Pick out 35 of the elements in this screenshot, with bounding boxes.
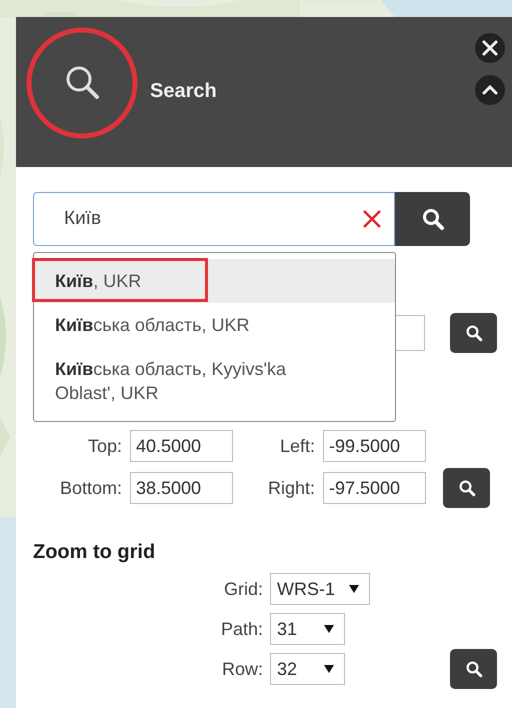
coordinate-field[interactable]: 38.5000 bbox=[130, 472, 233, 504]
search-value: Київ bbox=[64, 208, 102, 230]
search-icon bbox=[420, 207, 444, 231]
select-field[interactable]: WRS-1 bbox=[270, 573, 370, 605]
search-icon bbox=[464, 324, 482, 342]
field-label: Bottom: bbox=[58, 478, 123, 498]
select-field[interactable]: 31 bbox=[270, 613, 345, 645]
section-title: Zoom to grid bbox=[33, 541, 156, 564]
search-button[interactable] bbox=[450, 649, 497, 689]
select-field[interactable]: 32 bbox=[270, 653, 345, 685]
field-label: Right: bbox=[266, 478, 316, 498]
collapse-icon[interactable] bbox=[475, 75, 505, 105]
select-label: Grid: bbox=[222, 578, 264, 600]
search-button[interactable] bbox=[443, 468, 490, 508]
close-icon[interactable] bbox=[475, 33, 505, 63]
suggestion-item[interactable]: Київська область, UKR bbox=[34, 303, 395, 347]
panel-title: Search bbox=[150, 80, 217, 103]
search-icon bbox=[464, 660, 482, 678]
search-button[interactable] bbox=[450, 313, 497, 353]
caret-icon bbox=[349, 585, 359, 593]
field-label: Top: bbox=[86, 436, 123, 456]
coordinate-field[interactable]: 40.5000 bbox=[130, 430, 233, 462]
clear-icon[interactable] bbox=[362, 209, 382, 229]
search-field[interactable]: Київ bbox=[33, 192, 395, 246]
suggestion-item[interactable]: Київська область, Kyyivs'ka Oblast', UKR bbox=[34, 347, 395, 415]
coordinate-field[interactable]: -99.5000 bbox=[323, 430, 426, 462]
select-label: Path: bbox=[220, 618, 264, 640]
field-label: Left: bbox=[278, 436, 316, 456]
select-label: Row: bbox=[220, 658, 264, 680]
caret-icon bbox=[324, 625, 334, 633]
search-button[interactable] bbox=[395, 192, 470, 246]
suggestion-item[interactable]: Київ, UKR bbox=[34, 259, 395, 303]
search-icon bbox=[458, 479, 476, 497]
coordinate-field[interactable]: -97.5000 bbox=[323, 472, 426, 504]
caret-icon bbox=[324, 665, 334, 673]
